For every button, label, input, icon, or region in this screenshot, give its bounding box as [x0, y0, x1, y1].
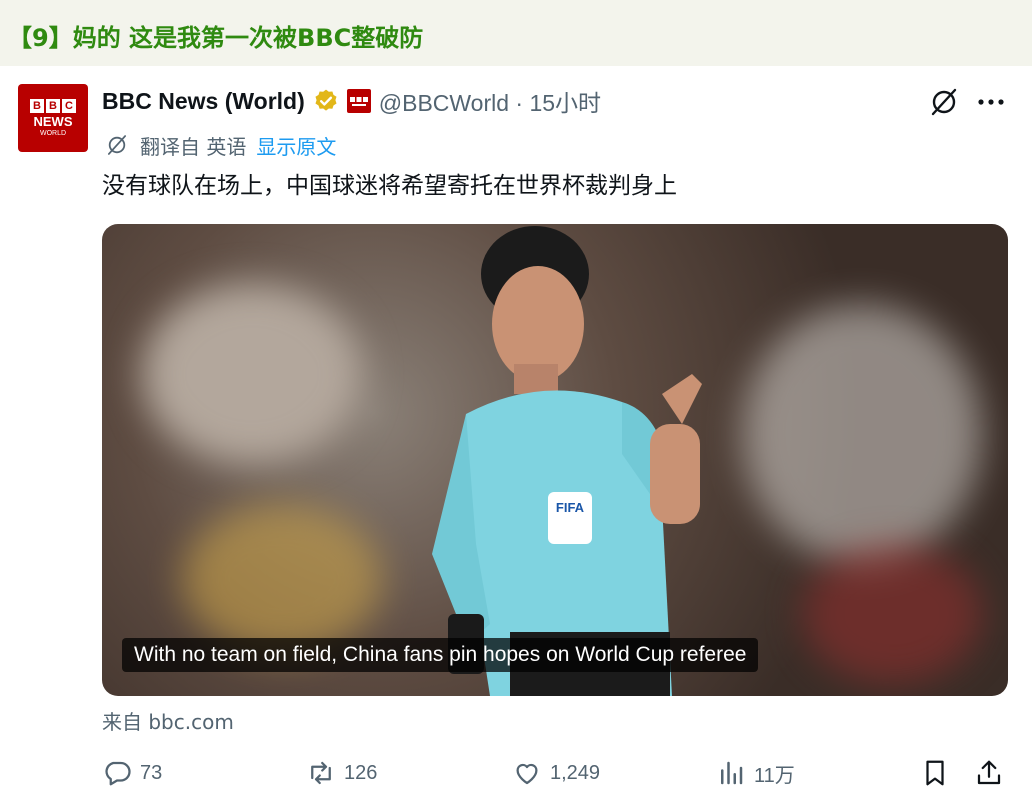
- views-count: 11万: [754, 764, 795, 787]
- bbc-letter: C: [62, 98, 76, 113]
- handle-and-time[interactable]: @BBCWorld · 15小时: [379, 84, 601, 118]
- translated-from-label: 翻译自 英语: [140, 134, 247, 159]
- reply-icon: [105, 761, 131, 786]
- action-bar: 73 126 1,249 11万: [102, 756, 1012, 790]
- avatar-news-label: NEWS: [33, 113, 73, 129]
- bbc-mini-logo-icon: [349, 97, 368, 106]
- bbc-logo: B B C: [30, 98, 76, 113]
- source-link[interactable]: 来自 bbc.com: [102, 706, 234, 735]
- show-original-link[interactable]: 显示原文: [256, 131, 336, 160]
- verified-badge-icon: [315, 89, 337, 111]
- avatar-world-label: WORLD: [39, 129, 67, 137]
- display-name[interactable]: BBC News (World): [102, 88, 305, 115]
- reply-count: 73: [140, 761, 163, 784]
- author-row: BBC News (World) @BBCWorld · 15小时: [102, 84, 601, 118]
- svg-text:FIFA: FIFA: [556, 500, 585, 515]
- retweet-icon: [311, 761, 331, 785]
- bbc-affiliation-icon[interactable]: [346, 89, 371, 113]
- media-image[interactable]: FIFA With no team on field, China fans p…: [102, 224, 1008, 696]
- bbc-letter: B: [30, 98, 44, 113]
- tweet-card[interactable]: B B C NEWS WORLD BBC News (World) @BBCWo…: [0, 66, 1032, 801]
- grok-icon[interactable]: [928, 86, 960, 118]
- like-count: 1,249: [550, 761, 601, 784]
- bookmark-button[interactable]: [920, 756, 950, 790]
- like-button[interactable]: 1,249: [512, 756, 600, 790]
- views-button[interactable]: 11万: [716, 756, 795, 790]
- dots-icon: [978, 99, 1004, 105]
- tweet-text: 没有球队在场上，中国球迷将希望寄托在世界杯裁判身上: [102, 173, 677, 199]
- post-header: 【9】妈的 这是我第一次被BBC整破防: [0, 0, 1032, 66]
- post-title: 【9】妈的 这是我第一次被BBC整破防: [8, 24, 424, 52]
- bookmark-icon: [926, 760, 944, 786]
- media-caption: With no team on field, China fans pin ho…: [122, 638, 759, 672]
- avatar[interactable]: B B C NEWS WORLD: [18, 84, 88, 152]
- reply-button[interactable]: 73: [102, 756, 162, 790]
- views-icon: [721, 761, 743, 785]
- bbc-letter: B: [46, 98, 60, 113]
- translate-row: 翻译自 英语 显示原文: [104, 130, 336, 160]
- grok-translate-icon: [107, 135, 127, 155]
- referee-figure: FIFA: [432, 226, 702, 696]
- retweet-button[interactable]: 126: [306, 756, 377, 790]
- share-button[interactable]: [974, 756, 1004, 790]
- share-icon: [977, 760, 1001, 785]
- retweet-count: 126: [344, 761, 378, 784]
- like-icon: [516, 763, 538, 785]
- more-icon[interactable]: [976, 88, 1006, 116]
